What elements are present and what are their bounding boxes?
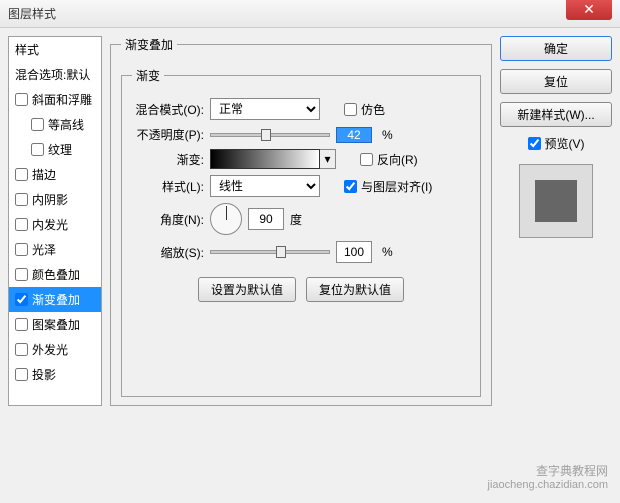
titlebar: 图层样式 ✕ — [0, 0, 620, 28]
sidebar-item-label: 斜面和浮雕 — [32, 91, 92, 108]
sidebar-item-内阴影[interactable]: 内阴影 — [9, 187, 101, 212]
sidebar-checkbox[interactable] — [15, 293, 28, 306]
sidebar-item-label: 外发光 — [32, 341, 68, 358]
cancel-button[interactable]: 复位 — [500, 69, 612, 94]
sidebar-item-描边[interactable]: 描边 — [9, 162, 101, 187]
content: 样式 混合选项:默认 斜面和浮雕等高线纹理描边内阴影内发光光泽颜色叠加渐变叠加图… — [0, 28, 620, 503]
main-panel: 渐变叠加 渐变 混合模式(O): 正常 仿色 不透明度(P): 42 % — [110, 36, 492, 495]
dither-checkbox[interactable] — [344, 103, 357, 116]
right-panel: 确定 复位 新建样式(W)... 预览(V) — [500, 36, 612, 495]
sidebar-item-label: 投影 — [32, 366, 56, 383]
reverse-checkbox[interactable] — [360, 153, 373, 166]
dither-label: 仿色 — [361, 101, 385, 118]
preview-box — [519, 164, 593, 238]
preview-label: 预览(V) — [545, 135, 585, 152]
angle-value[interactable] — [248, 208, 284, 230]
align-checkbox[interactable] — [344, 180, 357, 193]
scale-value[interactable] — [336, 241, 372, 263]
angle-dial[interactable] — [210, 203, 242, 235]
gradient-dropdown-arrow[interactable]: ▾ — [320, 149, 336, 169]
angle-unit: 度 — [290, 211, 302, 228]
sidebar-item-投影[interactable]: 投影 — [9, 362, 101, 387]
opacity-label: 不透明度(P): — [132, 126, 204, 143]
sidebar-item-label: 渐变叠加 — [32, 291, 80, 308]
gradient-group: 渐变 混合模式(O): 正常 仿色 不透明度(P): 42 % 渐变 — [121, 67, 481, 397]
inner-legend: 渐变 — [132, 67, 164, 84]
angle-label: 角度(N): — [132, 211, 204, 228]
preview-checkbox[interactable] — [528, 137, 541, 150]
sidebar-item-label: 图案叠加 — [32, 316, 80, 333]
sidebar-item-label: 颜色叠加 — [32, 266, 80, 283]
opacity-slider[interactable] — [210, 133, 330, 137]
sidebar-checkbox[interactable] — [15, 368, 28, 381]
sidebar-checkbox[interactable] — [15, 268, 28, 281]
sidebar-checkbox[interactable] — [31, 143, 44, 156]
sidebar-item-label: 内发光 — [32, 216, 68, 233]
style-select[interactable]: 线性 — [210, 175, 320, 197]
gradient-overlay-group: 渐变叠加 渐变 混合模式(O): 正常 仿色 不透明度(P): 42 % — [110, 36, 492, 406]
blend-mode-select[interactable]: 正常 — [210, 98, 320, 120]
set-default-button[interactable]: 设置为默认值 — [198, 277, 296, 302]
sidebar-checkbox[interactable] — [15, 318, 28, 331]
sidebar-item-内发光[interactable]: 内发光 — [9, 212, 101, 237]
sidebar-item-外发光[interactable]: 外发光 — [9, 337, 101, 362]
new-style-button[interactable]: 新建样式(W)... — [500, 102, 612, 127]
sidebar-item-等高线[interactable]: 等高线 — [9, 112, 101, 137]
sidebar-checkbox[interactable] — [15, 93, 28, 106]
sidebar-item-斜面和浮雕[interactable]: 斜面和浮雕 — [9, 87, 101, 112]
sidebar-item-label: 内阴影 — [32, 191, 68, 208]
close-button[interactable]: ✕ — [566, 0, 612, 20]
outer-legend: 渐变叠加 — [121, 36, 177, 53]
scale-pct: % — [382, 245, 393, 259]
sidebar-checkbox[interactable] — [15, 218, 28, 231]
sidebar-item-label: 光泽 — [32, 241, 56, 258]
sidebar-checkbox[interactable] — [15, 193, 28, 206]
gradient-label: 渐变: — [132, 151, 204, 168]
ok-button[interactable]: 确定 — [500, 36, 612, 61]
sidebar-item-label: 等高线 — [48, 116, 84, 133]
sidebar-item-光泽[interactable]: 光泽 — [9, 237, 101, 262]
align-label: 与图层对齐(I) — [361, 178, 432, 195]
style-label: 样式(L): — [132, 178, 204, 195]
sidebar-checkbox[interactable] — [15, 243, 28, 256]
sidebar-blend-default[interactable]: 混合选项:默认 — [9, 62, 101, 87]
sidebar-item-图案叠加[interactable]: 图案叠加 — [9, 312, 101, 337]
window-title: 图层样式 — [8, 5, 56, 22]
reverse-label: 反向(R) — [377, 151, 418, 168]
scale-label: 缩放(S): — [132, 244, 204, 261]
sidebar-header[interactable]: 样式 — [9, 37, 101, 62]
gradient-swatch[interactable] — [210, 149, 320, 169]
sidebar-item-颜色叠加[interactable]: 颜色叠加 — [9, 262, 101, 287]
scale-slider[interactable] — [210, 250, 330, 254]
sidebar-checkbox[interactable] — [15, 168, 28, 181]
reset-default-button[interactable]: 复位为默认值 — [306, 277, 404, 302]
sidebar-item-渐变叠加[interactable]: 渐变叠加 — [9, 287, 101, 312]
preview-swatch — [535, 180, 577, 222]
styles-sidebar: 样式 混合选项:默认 斜面和浮雕等高线纹理描边内阴影内发光光泽颜色叠加渐变叠加图… — [8, 36, 102, 406]
sidebar-item-label: 纹理 — [48, 141, 72, 158]
sidebar-checkbox[interactable] — [15, 343, 28, 356]
sidebar-item-纹理[interactable]: 纹理 — [9, 137, 101, 162]
blend-mode-label: 混合模式(O): — [132, 101, 204, 118]
opacity-pct: % — [382, 128, 393, 142]
sidebar-item-label: 描边 — [32, 166, 56, 183]
watermark: 查字典教程网 jiaocheng.chazidian.com — [488, 462, 608, 491]
sidebar-checkbox[interactable] — [31, 118, 44, 131]
opacity-value[interactable]: 42 — [336, 127, 372, 143]
